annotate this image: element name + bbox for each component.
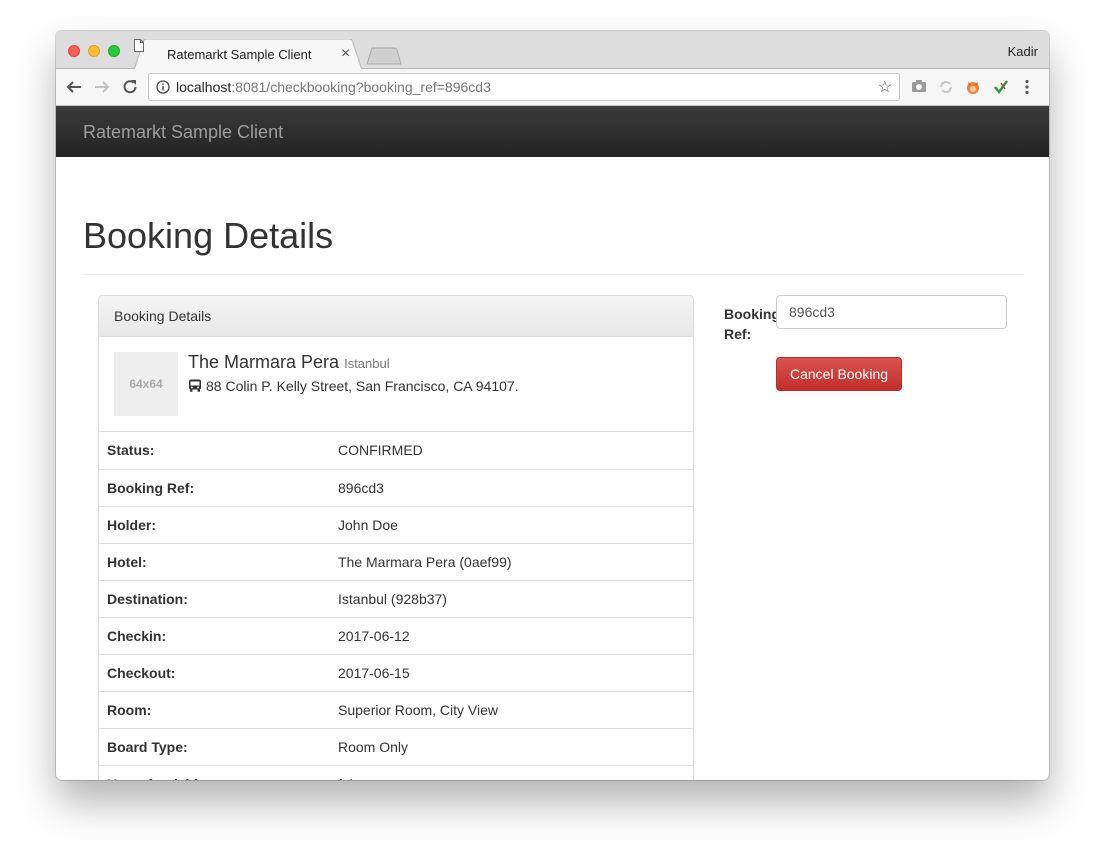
hotel-summary: 64x64 The Marmara Pera Istanbul 88 Colin… <box>99 337 693 432</box>
booking-details-table: Status: CONFIRMED Booking Ref: 896cd3 Holder… <box>99 432 693 780</box>
hotel-city: Istanbul <box>344 356 390 371</box>
row-value: CONFIRMED <box>330 432 693 470</box>
row-value: The Marmara Pera (0aef99) <box>330 543 693 581</box>
hotel-address-line: 88 Colin P. Kelly Street, San Francisco,… <box>188 378 519 394</box>
row-label: Board Type: <box>99 728 330 766</box>
navbar-brand[interactable]: Ratemarkt Sample Client <box>83 122 283 143</box>
page-title: Booking Details <box>83 215 334 256</box>
table-row: Status: CONFIRMED <box>99 432 693 470</box>
check-extension-icon[interactable] <box>993 79 1009 95</box>
table-row: Holder: John Doe <box>99 506 693 544</box>
row-label: Holder: <box>99 506 330 544</box>
menu-dots-icon[interactable] <box>1024 79 1030 95</box>
table-row: Room: Superior Room, City View <box>99 691 693 729</box>
info-icon[interactable] <box>156 80 170 94</box>
row-label: Destination: <box>99 580 330 618</box>
table-row: Board Type: Room Only <box>99 728 693 766</box>
reload-icon[interactable] <box>121 78 139 96</box>
close-tab-icon[interactable]: × <box>341 45 350 63</box>
row-label: Checkin: <box>99 617 330 655</box>
forward-arrow-icon[interactable] <box>93 78 111 96</box>
navbar: Ratemarkt Sample Client <box>56 106 1049 157</box>
hotel-address: 88 Colin P. Kelly Street, San Francisco,… <box>206 378 519 394</box>
table-row: Checkin: 2017-06-12 <box>99 617 693 655</box>
row-value: Superior Room, City View <box>330 691 693 729</box>
page-divider <box>83 274 1023 275</box>
hotel-heading: The Marmara Pera Istanbul <box>188 352 390 373</box>
table-row: Checkout: 2017-06-15 <box>99 654 693 692</box>
address-bar[interactable]: localhost:8081/checkbooking?booking_ref=… <box>148 73 900 101</box>
panel-heading: Booking Details <box>99 296 693 337</box>
fox-extension-icon[interactable] <box>965 79 981 95</box>
tab-strip: Ratemarkt Sample Client × Kadir <box>56 31 1049 70</box>
row-value: false <box>330 765 693 780</box>
tab-title: Ratemarkt Sample Client <box>167 47 312 62</box>
zoom-window-button[interactable] <box>108 45 120 57</box>
url-host: localhost <box>176 79 232 95</box>
minimize-window-button[interactable] <box>88 45 100 57</box>
row-value: Istanbul (928b37) <box>330 580 693 618</box>
bookmark-star-icon[interactable]: ☆ <box>878 77 892 97</box>
row-label: Status: <box>99 432 330 470</box>
row-value: 896cd3 <box>330 469 693 507</box>
cancel-booking-button[interactable]: Cancel Booking <box>776 357 902 391</box>
booking-details-panel: Booking Details 64x64 The Marmara Pera I… <box>98 295 694 780</box>
browser-toolbar: localhost:8081/checkbooking?booking_ref=… <box>56 69 1049 106</box>
page-icon <box>134 39 144 52</box>
sync-icon[interactable] <box>938 79 954 95</box>
row-value: John Doe <box>330 506 693 544</box>
url-text[interactable]: localhost:8081/checkbooking?booking_ref=… <box>176 79 491 95</box>
table-row: Nonrefundable:false <box>99 765 693 780</box>
row-value: Room Only <box>330 728 693 766</box>
row-label: Checkout: <box>99 654 330 692</box>
close-window-button[interactable] <box>68 45 80 57</box>
hotel-name: The Marmara Pera <box>188 352 340 372</box>
row-label: Hotel: <box>99 543 330 581</box>
row-label: Nonrefundable: <box>99 765 330 780</box>
browser-window: Ratemarkt Sample Client × Kadir localhos… <box>56 31 1049 780</box>
booking-ref-input[interactable] <box>776 295 1007 329</box>
url-path: :8081/checkbooking?booking_ref=896cd3 <box>231 79 491 95</box>
table-row: Hotel: The Marmara Pera (0aef99) <box>99 543 693 581</box>
table-row: Booking Ref: 896cd3 <box>99 469 693 507</box>
booking-ref-label: Booking Ref: <box>724 306 780 342</box>
camera-icon[interactable] <box>911 79 927 93</box>
table-row: Destination: Istanbul (928b37) <box>99 580 693 618</box>
browser-tab[interactable]: Ratemarkt Sample Client × <box>134 39 362 70</box>
row-value: 2017-06-15 <box>330 654 693 692</box>
row-value: 2017-06-12 <box>330 617 693 655</box>
back-arrow-icon[interactable] <box>65 78 83 96</box>
new-tab-button[interactable] <box>366 47 402 65</box>
row-label: Booking Ref: <box>99 469 330 507</box>
bus-icon <box>189 379 201 392</box>
row-label: Room: <box>99 691 330 729</box>
hotel-thumbnail: 64x64 <box>114 352 178 416</box>
profile-name[interactable]: Kadir <box>1008 44 1038 59</box>
